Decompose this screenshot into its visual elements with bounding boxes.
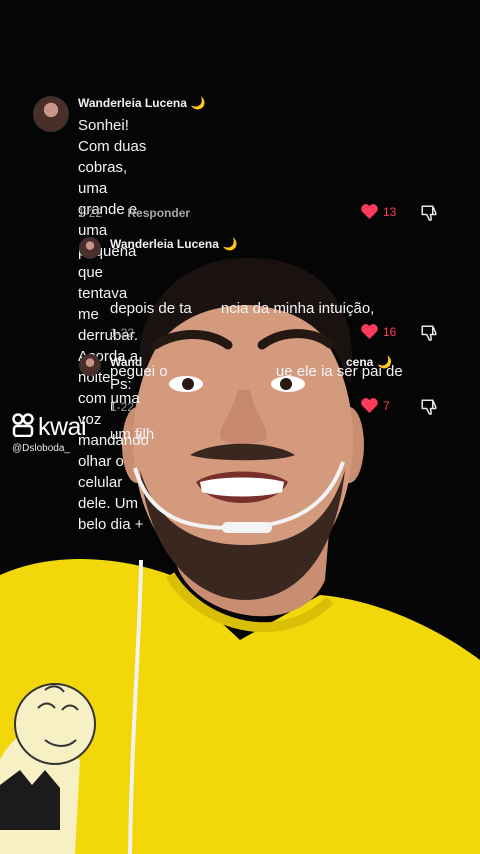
kwai-logo-icon (12, 413, 34, 442)
comment-meta: 1-22 Responder (78, 206, 190, 220)
kwai-watermark: kwai (12, 413, 87, 442)
avatar[interactable] (79, 237, 101, 259)
comment-author-tail: cena 🌙 (346, 355, 393, 369)
comment-text: depois de ta ncia da minha intuição, peg… (110, 300, 403, 443)
like-count: 13 (383, 204, 397, 219)
comment-date: 1-22 (110, 400, 135, 414)
comment-meta: 1-22 (110, 400, 134, 414)
thumbs-down-icon[interactable] (420, 324, 438, 347)
reply-button[interactable]: Responder (127, 206, 190, 220)
comment-author[interactable]: Wanderleia Lucena 🌙 (78, 96, 206, 110)
comment-meta: 1-22 (110, 326, 134, 340)
heart-icon (361, 204, 378, 219)
comment-date: 1-22 (110, 326, 135, 340)
heart-icon (361, 324, 378, 339)
thumbs-down-icon[interactable] (420, 398, 438, 421)
like-count: 16 (383, 324, 397, 339)
like-button[interactable]: 16 (361, 324, 396, 339)
avatar[interactable] (33, 96, 69, 132)
comment-author[interactable]: Wanderleia Lucena 🌙 (110, 237, 238, 251)
comment-author[interactable]: Wand (110, 355, 142, 369)
like-button[interactable]: 7 (361, 398, 390, 413)
like-count: 7 (383, 398, 390, 413)
like-button[interactable]: 13 (361, 204, 396, 219)
comment-date: 1-22 (78, 206, 103, 220)
avatar[interactable] (79, 354, 101, 376)
thumbs-down-icon[interactable] (420, 204, 438, 227)
kwai-brand-text: kwai (38, 413, 87, 441)
creator-handle[interactable]: @Dsloboda_ (12, 443, 70, 454)
heart-icon (361, 398, 378, 413)
